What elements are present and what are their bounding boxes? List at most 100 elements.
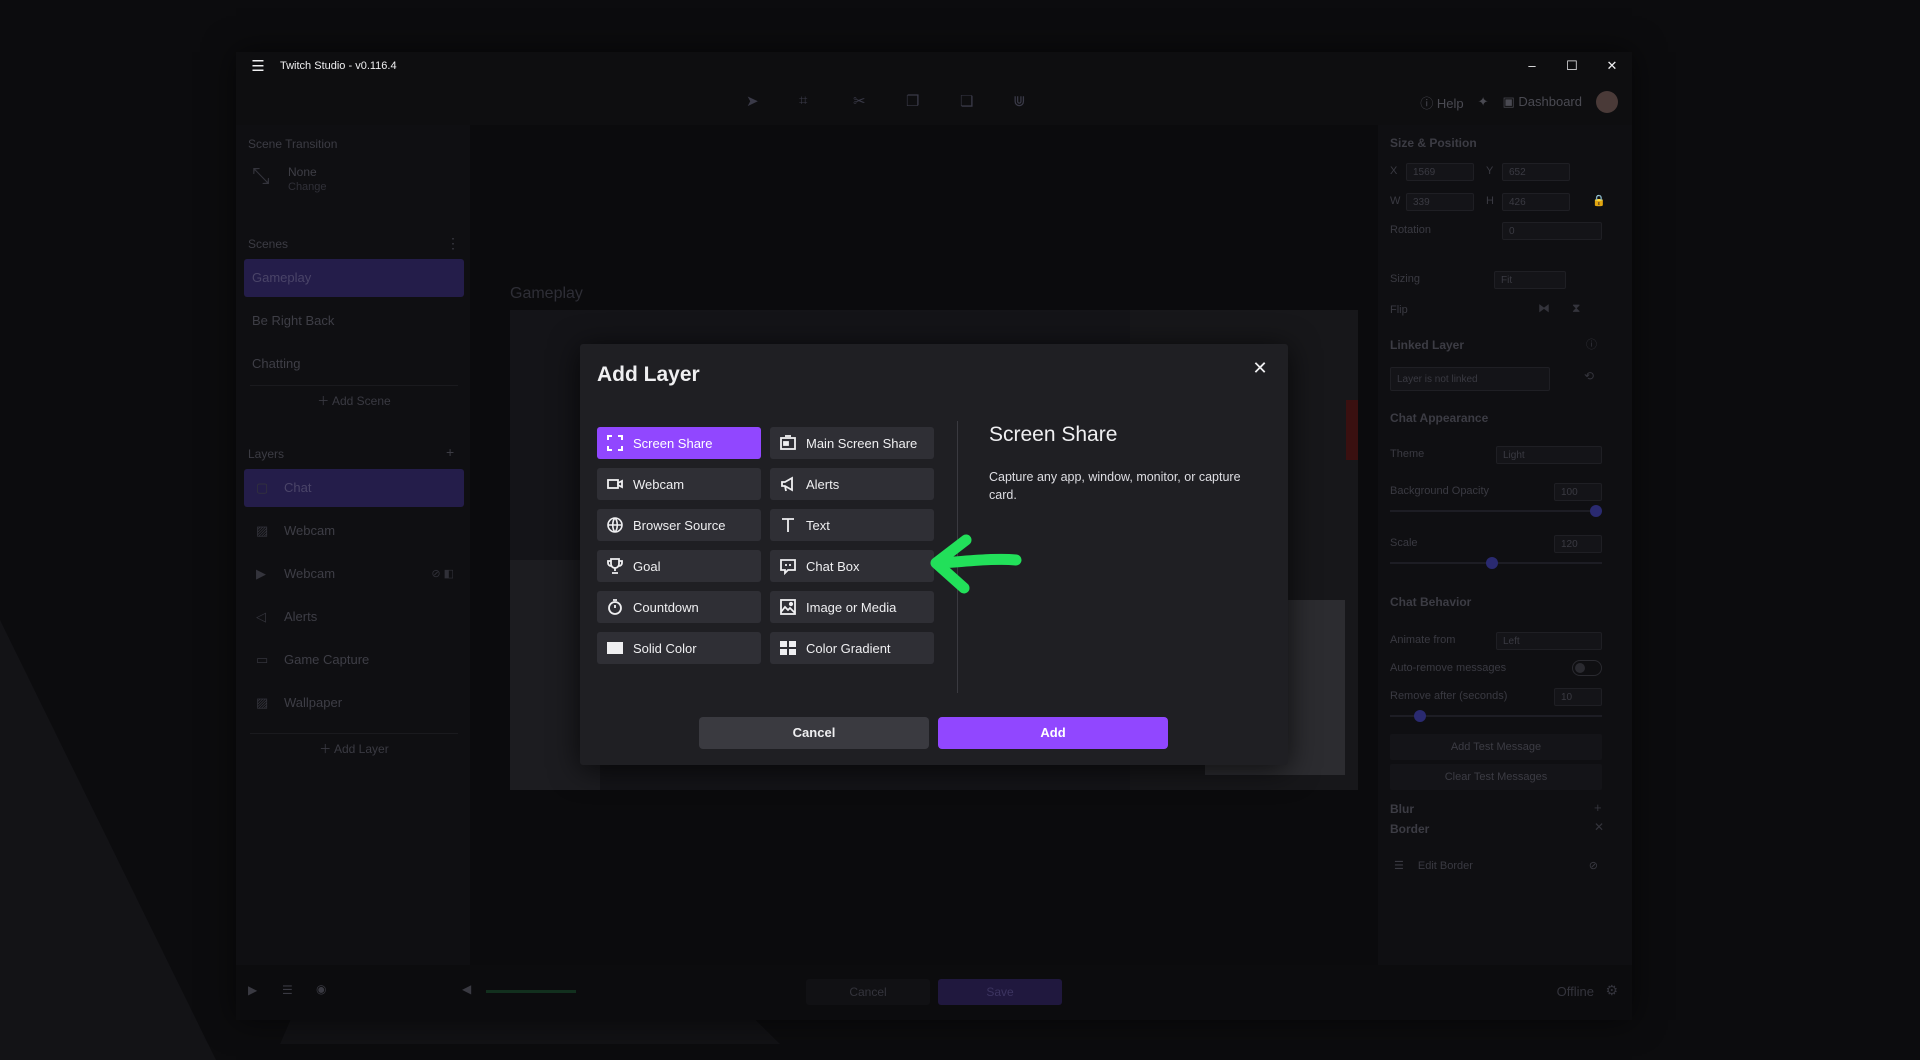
chat-layer-icon: ▢ <box>256 480 269 495</box>
theme-label: Theme <box>1390 448 1425 460</box>
option-browser-source[interactable]: Browser Source <box>597 509 761 541</box>
option-webcam[interactable]: Webcam <box>597 468 761 500</box>
option-countdown[interactable]: Countdown <box>597 591 761 623</box>
scenes-more-icon[interactable]: ⋮ <box>446 235 460 252</box>
megaphone-layer-icon: ◁ <box>256 609 266 624</box>
add-button[interactable]: Add <box>938 717 1168 749</box>
gradient-grid-icon <box>778 638 798 658</box>
y-input[interactable]: 652 <box>1502 163 1570 181</box>
bg-opacity-slider-track[interactable] <box>1390 510 1602 512</box>
edit-border-row[interactable]: ☰ Edit Border ⊘ <box>1390 851 1602 881</box>
settings-gear-icon[interactable]: ⚙ <box>1605 982 1618 999</box>
hidden-icon[interactable]: ⊘ ◧ <box>431 555 454 593</box>
auto-remove-toggle[interactable] <box>1572 660 1602 676</box>
bg-opacity-slider-knob[interactable] <box>1590 505 1602 517</box>
speaker-icon[interactable]: ◀ <box>462 982 471 996</box>
image-icon <box>778 597 798 617</box>
minimize-icon[interactable]: – <box>1512 52 1552 79</box>
option-solid-color[interactable]: Solid Color <box>597 632 761 664</box>
close-window-icon[interactable]: ✕ <box>1592 52 1632 79</box>
option-image-or-media[interactable]: Image or Media <box>770 591 934 623</box>
megaphone-icon <box>778 474 798 494</box>
chat-appearance-heading: Chat Appearance <box>1390 411 1489 425</box>
flip-vertical-icon[interactable]: ⧗ <box>1572 301 1580 316</box>
add-layer-plus-icon[interactable]: + <box>446 444 454 460</box>
height-input[interactable]: 426 <box>1502 193 1570 211</box>
option-chat-box[interactable]: Chat Box <box>770 550 934 582</box>
option-alerts[interactable]: Alerts <box>770 468 934 500</box>
layer-item[interactable]: ▢ Chat <box>244 469 464 507</box>
layer-item[interactable]: ◁ Alerts <box>244 598 464 636</box>
h-label: H <box>1486 195 1494 207</box>
layer-item[interactable]: ▨ Wallpaper <box>244 684 464 722</box>
option-screen-share[interactable]: Screen Share <box>597 427 761 459</box>
scale-slider-knob[interactable] <box>1486 557 1498 569</box>
dashboard-icon: ▣ <box>1502 94 1519 109</box>
theme-select[interactable]: Light <box>1496 446 1602 464</box>
paste-icon[interactable]: ❏ <box>960 92 973 110</box>
layer-label: Chat <box>284 480 312 495</box>
rotation-input[interactable]: 0 <box>1502 222 1602 240</box>
window-title: Twitch Studio - v0.116.4 <box>280 59 397 72</box>
window-controls: – ☐ ✕ <box>1512 52 1632 79</box>
crop-tool-icon[interactable]: ⌗ <box>799 92 807 109</box>
sparkle-icon[interactable]: ✦ <box>1478 94 1489 110</box>
bottom-bar: ▶ ☰ ◉ ◀ Cancel Save Offline ⚙ <box>236 965 1632 1020</box>
bottom-save-button[interactable]: Save <box>938 979 1062 1005</box>
close-icon[interactable]: ✕ <box>1248 356 1272 380</box>
link-icon[interactable]: ⟲ <box>1584 369 1594 383</box>
microphone-icon[interactable]: ◉ <box>316 982 326 996</box>
sizing-select[interactable]: Fit <box>1494 271 1566 289</box>
option-text[interactable]: Text <box>770 509 934 541</box>
audio-meter <box>486 990 576 993</box>
copy-icon[interactable]: ❐ <box>906 92 919 110</box>
remove-after-slider-knob[interactable] <box>1414 710 1426 722</box>
dashboard-link[interactable]: ▣ Dashboard <box>1502 94 1582 110</box>
lock-icon[interactable]: 🔒 <box>1592 194 1606 207</box>
add-scene-button[interactable]: ＋ Add Scene <box>250 385 458 416</box>
camera-icon[interactable]: ▶ <box>248 983 257 997</box>
scene-item[interactable]: Gameplay <box>244 259 464 297</box>
layer-item[interactable]: ▭ Game Capture <box>244 641 464 679</box>
scene-item[interactable]: Chatting <box>244 345 464 383</box>
option-goal[interactable]: Goal <box>597 550 761 582</box>
scenes-heading: Scenes <box>248 237 289 251</box>
w-label: W <box>1390 195 1401 207</box>
stopwatch-icon <box>605 597 625 617</box>
maximize-icon[interactable]: ☐ <box>1552 52 1592 79</box>
animate-from-select[interactable]: Left <box>1496 632 1602 650</box>
bg-opacity-input[interactable]: 100 <box>1554 483 1602 501</box>
mixer-icon[interactable]: ☰ <box>282 983 293 997</box>
clear-test-messages-button[interactable]: Clear Test Messages <box>1390 764 1602 790</box>
trophy-icon <box>605 556 625 576</box>
scene-item[interactable]: Be Right Back <box>244 302 464 340</box>
add-blur-icon[interactable]: + <box>1594 800 1602 815</box>
option-main-screen-share[interactable]: Main Screen Share <box>770 427 934 459</box>
help-link[interactable]: ⓘ Help <box>1420 93 1463 112</box>
linked-layer-select[interactable]: Layer is not linked <box>1390 367 1550 391</box>
flip-horizontal-icon[interactable]: ⧓ <box>1538 301 1550 315</box>
layer-label: Wallpaper <box>284 695 343 710</box>
scale-input[interactable]: 120 <box>1554 535 1602 553</box>
bg-opacity-label: Background Opacity <box>1390 485 1490 497</box>
description-title: Screen Share <box>989 423 1118 446</box>
avatar[interactable] <box>1596 91 1618 113</box>
option-color-gradient[interactable]: Color Gradient <box>770 632 934 664</box>
info-icon[interactable]: ⓘ <box>1586 336 1597 352</box>
hamburger-menu-icon[interactable]: ☰ <box>236 57 280 75</box>
add-test-message-button[interactable]: Add Test Message <box>1390 734 1602 760</box>
layer-item[interactable]: ▶ Webcam ⊘ ◧ <box>244 555 464 593</box>
transition-change-link[interactable]: Change <box>288 181 327 193</box>
width-input[interactable]: 339 <box>1406 193 1474 211</box>
x-input[interactable]: 1569 <box>1406 163 1474 181</box>
remove-border-icon[interactable]: ✕ <box>1594 820 1604 834</box>
select-tool-icon[interactable]: ➤ <box>746 92 759 110</box>
layer-item[interactable]: ▨ Webcam <box>244 512 464 550</box>
toggle-knob <box>1575 663 1585 673</box>
cancel-button[interactable]: Cancel <box>699 717 929 749</box>
add-layer-button[interactable]: ＋ Add Layer <box>250 733 458 764</box>
scissors-icon[interactable]: ✂ <box>853 92 866 110</box>
magnet-icon[interactable]: ⋓ <box>1013 92 1026 110</box>
bottom-cancel-button[interactable]: Cancel <box>806 979 930 1005</box>
remove-after-input[interactable]: 10 <box>1554 688 1602 706</box>
